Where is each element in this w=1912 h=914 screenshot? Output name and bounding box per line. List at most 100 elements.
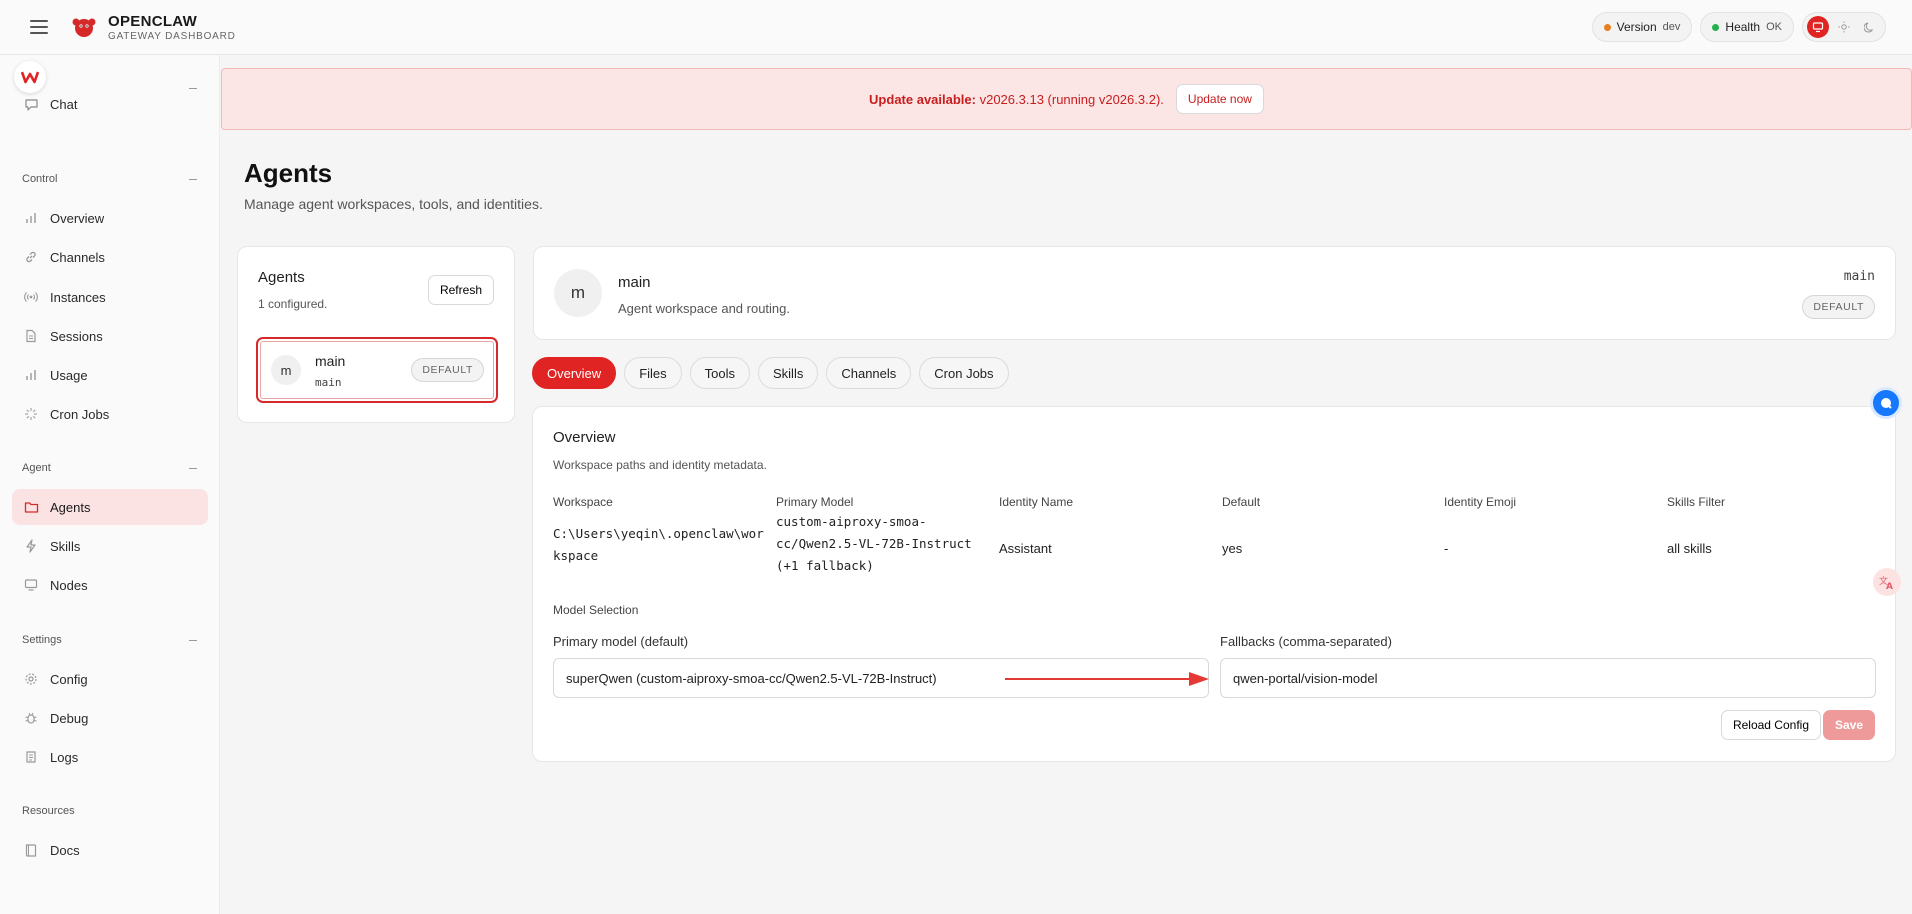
app-title: OPENCLAW bbox=[108, 12, 198, 30]
sidebar-item-nodes[interactable]: Nodes bbox=[12, 567, 208, 603]
sidebar-item-overview[interactable]: Overview bbox=[12, 200, 208, 236]
link-icon bbox=[23, 249, 39, 265]
folder-icon bbox=[23, 499, 39, 515]
sidebar-item-skills[interactable]: Skills bbox=[12, 528, 208, 564]
sidebar-item-label: Sessions bbox=[50, 328, 103, 344]
tab-overview[interactable]: Overview bbox=[532, 357, 617, 389]
overview-subtitle: Workspace paths and identity metadata. bbox=[553, 458, 767, 472]
primary-model-label: Primary Model bbox=[776, 495, 854, 509]
primary-model-line: (+1 fallback) bbox=[776, 558, 874, 573]
fallbacks-field-label: Fallbacks (comma-separated) bbox=[1220, 634, 1392, 649]
annotation-arrow-icon bbox=[1005, 672, 1209, 686]
identity-emoji-value: - bbox=[1444, 541, 1449, 556]
theme-switcher bbox=[1802, 12, 1886, 42]
tab-tools[interactable]: Tools bbox=[689, 357, 750, 389]
sidebar-item-instances[interactable]: Instances bbox=[12, 279, 208, 315]
health-label: Health bbox=[1725, 20, 1761, 34]
workspace-line: C:\Users\yeqin\.openclaw\wor bbox=[553, 526, 764, 541]
sidebar-item-logs[interactable]: Logs bbox=[12, 739, 208, 775]
sidebar-item-channels[interactable]: Channels bbox=[12, 239, 208, 275]
default-badge: DEFAULT bbox=[411, 358, 484, 382]
sidebar-item-label: Chat bbox=[50, 96, 78, 112]
sidebar-item-label: Logs bbox=[50, 749, 79, 765]
identity-name-value: Assistant bbox=[999, 541, 1052, 556]
section-agent: Agent bbox=[22, 462, 51, 474]
sidebar-item-label: Config bbox=[50, 671, 88, 687]
chat-icon bbox=[23, 96, 39, 112]
health-pill: Health OK bbox=[1700, 12, 1794, 42]
bar-chart-icon bbox=[23, 367, 39, 383]
menu-icon[interactable] bbox=[30, 20, 48, 34]
sidebar-item-docs[interactable]: Docs bbox=[12, 832, 208, 868]
agents-card-title: Agents bbox=[258, 269, 305, 286]
sidebar-item-config[interactable]: Config bbox=[12, 661, 208, 697]
agent-description: Agent workspace and routing. bbox=[618, 301, 790, 316]
section-resources: Resources bbox=[22, 805, 75, 817]
identity-name-label: Identity Name bbox=[999, 495, 1074, 509]
collapse-icon[interactable] bbox=[189, 640, 197, 641]
fallbacks-input[interactable]: qwen-portal/vision-model bbox=[1220, 658, 1876, 698]
sidebar-item-label: Usage bbox=[50, 367, 88, 383]
gear-icon bbox=[23, 671, 39, 687]
sidebar-item-usage[interactable]: Usage bbox=[12, 357, 208, 393]
avatar: m bbox=[554, 269, 602, 317]
update-version: v2026.3.13 (running v2026.3.2). bbox=[975, 91, 1164, 107]
sidebar-item-sessions[interactable]: Sessions bbox=[12, 318, 208, 354]
svg-text:A: A bbox=[1886, 582, 1893, 591]
tab-files[interactable]: Files bbox=[624, 357, 682, 389]
agents-list-card: Agents 1 configured. Refresh m main main… bbox=[237, 246, 515, 423]
update-text: Update available: v2026.3.13 (running v2… bbox=[869, 92, 1164, 107]
tab-channels[interactable]: Channels bbox=[826, 357, 912, 389]
avatar: m bbox=[271, 355, 301, 385]
agent-name: main bbox=[315, 353, 346, 369]
light-theme-icon[interactable] bbox=[1833, 16, 1855, 38]
brand: OPENCLAW GATEWAY DASHBOARD bbox=[108, 13, 236, 42]
sidebar-item-label: Docs bbox=[50, 842, 80, 858]
primary-model-field-label: Primary model (default) bbox=[553, 634, 689, 649]
sidebar-item-label: Debug bbox=[50, 710, 89, 726]
update-banner: Update available: v2026.3.13 (running v2… bbox=[221, 68, 1912, 130]
reload-config-button[interactable]: Reload Config bbox=[1720, 710, 1821, 740]
top-bar: OPENCLAW GATEWAY DASHBOARD Version dev H… bbox=[0, 0, 1912, 55]
bar-chart-icon bbox=[23, 210, 39, 226]
book-icon bbox=[23, 842, 39, 858]
dark-theme-icon[interactable] bbox=[1859, 16, 1881, 38]
system-theme-icon[interactable] bbox=[1807, 16, 1829, 38]
save-button[interactable]: Save bbox=[1822, 710, 1875, 740]
sidebar-item-cron-jobs[interactable]: Cron Jobs bbox=[12, 396, 208, 432]
floating-assistant-icon[interactable] bbox=[1870, 387, 1902, 419]
refresh-button[interactable]: Refresh bbox=[427, 275, 494, 305]
version-dot-icon bbox=[1603, 23, 1611, 31]
health-value: OK bbox=[1766, 21, 1782, 33]
primary-model-line: custom-aiproxy-smoa- bbox=[776, 514, 927, 529]
identity-emoji-label: Identity Emoji bbox=[1444, 495, 1517, 509]
monitor-icon bbox=[23, 577, 39, 593]
sidebar-item-label: Skills bbox=[50, 538, 81, 554]
update-prefix: Update available: bbox=[869, 91, 976, 107]
update-now-button[interactable]: Update now bbox=[1175, 84, 1264, 114]
sidebar-item-label: Channels bbox=[50, 249, 105, 265]
sidebar-item-agents[interactable]: Agents bbox=[12, 489, 208, 525]
section-control: Control bbox=[22, 173, 58, 185]
health-dot-icon bbox=[1712, 23, 1720, 31]
section-settings: Settings bbox=[22, 634, 62, 646]
translate-icon[interactable]: 文A bbox=[1873, 568, 1901, 596]
collapse-icon[interactable] bbox=[189, 179, 197, 180]
sidebar-item-label: Agents bbox=[50, 499, 91, 515]
collapse-icon[interactable] bbox=[189, 468, 197, 469]
version-pill: Version dev bbox=[1591, 12, 1693, 42]
page-subtitle: Manage agent workspaces, tools, and iden… bbox=[244, 196, 543, 212]
loader-icon bbox=[23, 406, 39, 422]
workspace-value: C:\Users\yeqin\.openclaw\wor kspace bbox=[553, 523, 764, 567]
sidebar-item-debug[interactable]: Debug bbox=[12, 700, 208, 736]
sidebar-item-chat[interactable]: Chat bbox=[12, 86, 208, 122]
sidebar-item-label: Instances bbox=[50, 289, 106, 305]
agent-list-item[interactable]: m main main DEFAULT bbox=[256, 337, 498, 403]
overview-title: Overview bbox=[553, 429, 616, 446]
agent-name: main bbox=[618, 274, 651, 291]
app-subtitle: GATEWAY DASHBOARD bbox=[108, 30, 236, 42]
page-title: Agents bbox=[244, 158, 333, 188]
agent-id: main bbox=[315, 376, 342, 389]
tab-skills[interactable]: Skills bbox=[758, 357, 819, 389]
tab-cron-jobs[interactable]: Cron Jobs bbox=[919, 357, 1009, 389]
